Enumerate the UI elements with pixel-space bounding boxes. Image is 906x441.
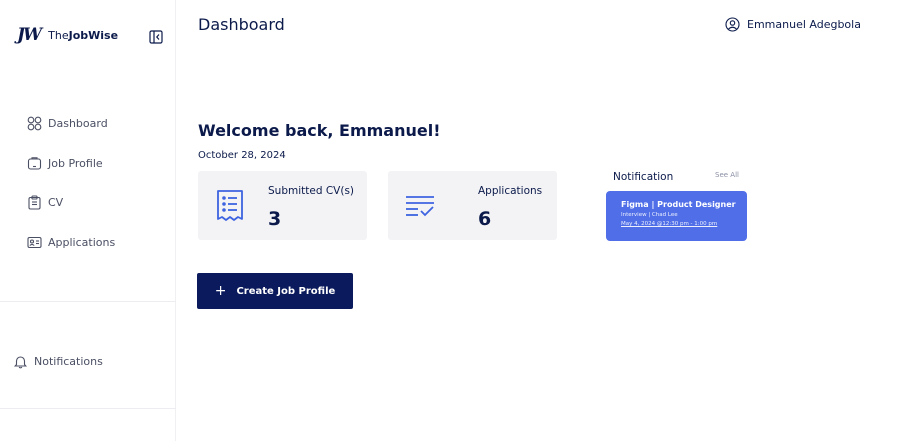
checklist-icon	[406, 196, 434, 217]
notification-title: Notification	[613, 171, 674, 183]
stat-value: 3	[268, 208, 282, 230]
plus-icon: +	[214, 283, 227, 299]
sidebar-item-label: Notifications	[34, 355, 103, 368]
sidebar-item-label: Applications	[48, 236, 116, 249]
brand-name-bold: JobWise	[68, 28, 119, 42]
brand-name-prefix: The	[48, 28, 69, 42]
stat-label: Submitted CV(s)	[268, 185, 355, 197]
sidebar-item-applications[interactable]: Applications	[27, 235, 115, 250]
brand-logo[interactable]: JW TheJobWise	[17, 25, 118, 45]
sidebar-divider	[0, 408, 176, 409]
user-menu[interactable]: Emmanuel Adegbola	[725, 17, 861, 32]
sidebar-item-job-profile[interactable]: Job Profile	[27, 156, 103, 171]
clipboard-icon	[28, 195, 41, 210]
bell-icon	[13, 356, 28, 369]
notification-headline: Figma | Product Designer	[621, 200, 736, 209]
sidebar-item-label: CV	[48, 196, 64, 209]
current-date: October 28, 2024	[198, 150, 286, 161]
applications-card[interactable]: Applications 6	[388, 171, 557, 240]
notification-card[interactable]: Figma | Product Designer Interview | Cha…	[606, 191, 747, 241]
sidebar-item-label: Job Profile	[48, 157, 103, 170]
user-icon	[725, 17, 740, 32]
submitted-cv-card[interactable]: Submitted CV(s) 3	[198, 171, 367, 240]
create-job-profile-button[interactable]: + Create Job Profile	[197, 273, 353, 309]
briefcase-icon	[27, 157, 42, 170]
sidebar-item-notifications[interactable]: Notifications	[13, 354, 103, 369]
sidebar-item-label: Dashboard	[48, 117, 108, 130]
welcome-heading: Welcome back, Emmanuel!	[198, 121, 441, 140]
sidebar: JW TheJobWise Dashboard Job Profile CV A…	[0, 0, 176, 441]
user-name: Emmanuel Adegbola	[747, 18, 861, 31]
sidebar-item-cv[interactable]: CV	[27, 195, 63, 210]
page-title: Dashboard	[198, 15, 285, 34]
create-job-profile-label: Create Job Profile	[236, 285, 336, 297]
brand-name: TheJobWise	[48, 29, 118, 42]
logo-mark: JW	[17, 25, 42, 45]
notification-subline: Interview | Chad Lee	[621, 212, 678, 218]
notification-time[interactable]: May 4, 2024 @12:30 pm - 1:00 pm	[621, 221, 747, 227]
id-card-icon	[27, 236, 42, 249]
stat-label: Applications	[478, 185, 543, 197]
collapse-sidebar-icon[interactable]	[149, 30, 163, 44]
stat-value: 6	[478, 208, 492, 230]
sidebar-divider	[0, 301, 176, 302]
see-all-link[interactable]: See All	[715, 171, 739, 179]
sidebar-item-dashboard[interactable]: Dashboard	[27, 116, 108, 131]
grid-icon	[27, 116, 42, 131]
document-list-icon	[217, 190, 243, 221]
